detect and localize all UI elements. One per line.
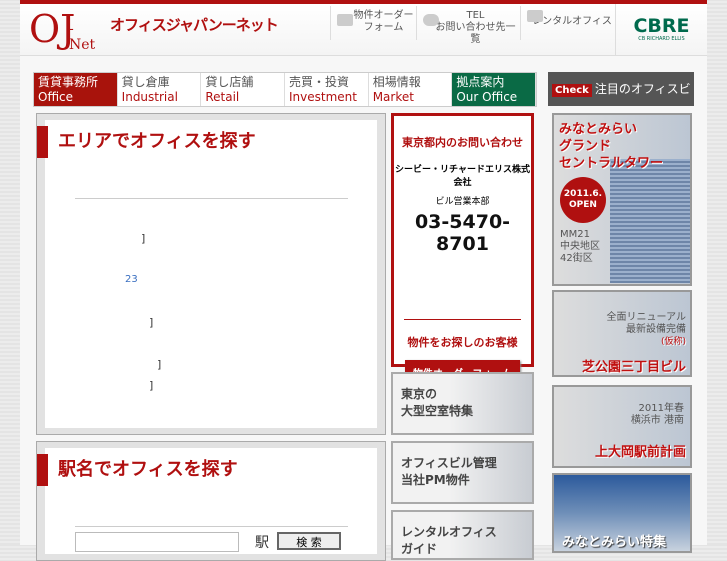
tab-ja: 相場情報 [372, 75, 421, 89]
logo-sub: -Net [69, 21, 96, 53]
search-button[interactable]: 検 索 [277, 532, 341, 550]
info-line: 最新設備完備 [626, 324, 686, 335]
area-search-title: エリアでオフィスを探す [37, 126, 256, 158]
tab-en: Industrial [121, 90, 178, 104]
rental-office-guide-banner[interactable]: レンタルオフィス ガイド [391, 510, 534, 560]
tab-ja: 貸し倉庫 [121, 75, 170, 89]
pm-properties-banner[interactable]: オフィスビル管理 当社PM物件 [391, 441, 534, 504]
header: OJ -Net オフィスジャパンーネット 物件オーダー フォーム TEL お問い合わせ… [20, 4, 707, 56]
open-badge: 2011.6. OPEN [560, 177, 606, 223]
banner-line: 当社PM物件 [401, 473, 470, 487]
tab-en: Market [372, 90, 414, 104]
tab-ja: 貸し店舗 [205, 75, 254, 89]
area-link[interactable]: ] [149, 316, 153, 329]
rental-office-link[interactable]: レンタルオフィス [520, 6, 615, 40]
info-line: 横浜市 港南 [630, 415, 684, 426]
info-line: MM21 [560, 229, 590, 240]
featured-title: 上大岡駅前計画 [594, 445, 686, 460]
station-input[interactable] [75, 532, 239, 552]
mail-icon [337, 14, 353, 26]
tel-link[interactable]: TEL お問い合わせ先一覧 [416, 6, 520, 45]
page: OJ -Net オフィスジャパンーネット 物件オーダー フォーム TEL お問い合わせ… [20, 0, 707, 561]
area-link[interactable]: ] [141, 232, 145, 245]
divider [75, 526, 348, 527]
station-search-panel: 駅名でオフィスを探す 駅 検 索 [36, 441, 386, 561]
check-badge: Check [552, 84, 592, 97]
order-form-link[interactable]: 物件オーダー フォーム [330, 6, 416, 40]
contact-title: 東京都内のお問い合わせ [402, 136, 523, 149]
main-nav: 賃貸事務所 Office 貸し倉庫 Industrial 貸し店舗 Retail 売買… [33, 72, 537, 107]
department: ビル営業本部 [435, 197, 490, 207]
banner-line: オフィスビル管理 [401, 456, 497, 470]
station-search-title: 駅名でオフィスを探す [37, 454, 238, 486]
divider [75, 198, 348, 199]
banner-line: ガイド [401, 542, 438, 556]
site-title[interactable]: オフィスジャパンーネット [110, 14, 279, 35]
featured-kamiooka[interactable]: 2011年春 横浜市 港南 上大岡駅前計画 [552, 385, 692, 468]
badge-date: 2011.6. [563, 189, 603, 199]
link-line: お問い合わせ先一覧 [435, 22, 516, 45]
tab-en: Retail [205, 90, 240, 104]
laptop-icon [527, 10, 543, 22]
tab-en: Office [38, 90, 74, 104]
tab-en: Investment [289, 90, 357, 104]
tab-investment[interactable]: 売買・投資 Investment [285, 73, 369, 106]
tab-our-office[interactable]: 拠点案内 Our Office [452, 73, 537, 106]
featured-title: みなとみらい特集 [562, 535, 667, 550]
banner-line: レンタルオフィス [401, 525, 497, 539]
tab-ja: 賃貸事務所 [38, 75, 99, 89]
contact-box: 東京都内のお問い合わせ シービー・リチャードエリス株式会社 ビル営業本部 03-… [391, 113, 534, 385]
tab-en: Our Office [456, 90, 518, 104]
note: (仮称) [660, 337, 686, 347]
phone-number: 03-5470-8701 [414, 211, 511, 255]
phone-icon [423, 14, 439, 26]
info-line: 中央地区 [560, 241, 600, 252]
banner-line: 大型空室特集 [401, 404, 474, 418]
title-line: みなとみらい [559, 122, 638, 137]
info-line: 2011年春 [638, 403, 684, 414]
building-image [610, 159, 690, 283]
featured-minatomirai-special[interactable]: みなとみらい特集 [552, 473, 692, 553]
info-line: 42街区 [560, 253, 593, 264]
divider [404, 319, 521, 320]
banner-line: 東京の [401, 387, 438, 401]
logo[interactable]: OJ -Net [29, 7, 95, 53]
brand-sub: CB RICHARD ELLIS [638, 36, 685, 42]
area-link-23ku[interactable]: 23 [125, 274, 138, 285]
customer-label: 物件をお探しのお客様 [407, 336, 518, 349]
area-search-panel: エリアでオフィスを探す ] 23 ] ] ] [36, 113, 386, 435]
tab-market[interactable]: 相場情報 Market [369, 73, 453, 106]
tab-ja: 売買・投資 [289, 75, 350, 89]
tab-ja: 拠点案内 [456, 75, 505, 89]
featured-shibakoen[interactable]: 全面リニューアル 最新設備完備 (仮称) 芝公園三丁目ビル [552, 290, 692, 377]
title-line: セントラルタワー [559, 156, 664, 171]
tab-office[interactable]: 賃貸事務所 Office [34, 73, 118, 106]
cbre-logo[interactable]: CBRE CB RICHARD ELLIS [615, 4, 707, 56]
company-name: シービー・リチャードエリス株式会社 [395, 165, 530, 188]
brand: CBRE [633, 15, 690, 37]
title-line: グランド [559, 139, 612, 154]
tab-industrial[interactable]: 貸し倉庫 Industrial [118, 73, 202, 106]
featured-title: 芝公園三丁目ビル [581, 360, 686, 375]
large-vacancy-banner[interactable]: 東京の 大型空室特集 [391, 372, 534, 435]
tab-retail[interactable]: 貸し店舗 Retail [201, 73, 286, 106]
area-link[interactable]: ] [157, 358, 161, 371]
featured-header: Check注目のオフィスビル [548, 72, 694, 132]
area-link[interactable]: ] [149, 379, 153, 392]
link-line: フォーム [363, 22, 404, 33]
link-line: 物件オーダー [353, 10, 414, 21]
featured-minatomirai-grand-central[interactable]: みなとみらい グランドセントラルタワー 2011.6. OPEN MM21 中央地区 4… [552, 113, 692, 286]
station-suffix: 駅 [255, 535, 269, 551]
badge-open: OPEN [569, 200, 597, 210]
link-line: TEL [466, 10, 485, 21]
info-line: 全面リニューアル [606, 312, 687, 323]
